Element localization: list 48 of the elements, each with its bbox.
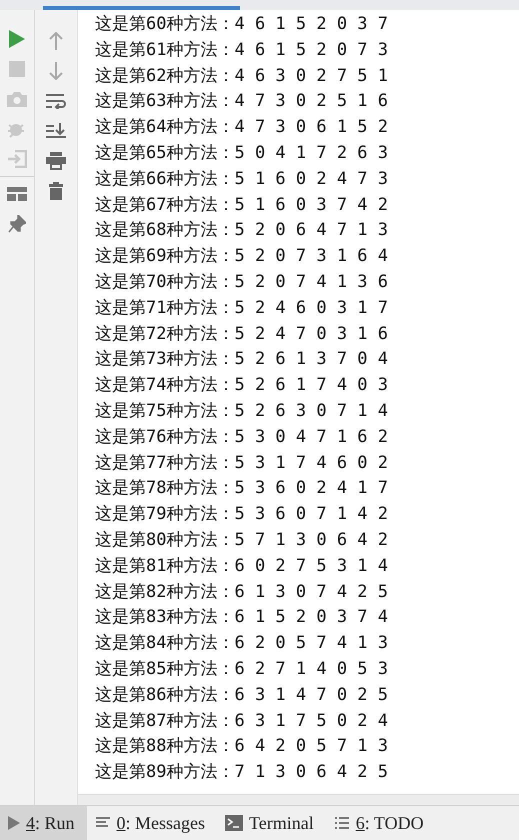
- console-line: 这是第81种方法：6 0 2 7 5 3 1 4: [95, 554, 389, 578]
- console-line: 这是第76种方法：5 3 0 4 7 1 6 2: [95, 426, 389, 449]
- tool-window-tab[interactable]: 4: Run: [0, 806, 87, 840]
- up-arrow-icon[interactable]: [49, 32, 63, 50]
- layout-icon[interactable]: [7, 187, 27, 201]
- printer-icon[interactable]: [46, 152, 66, 170]
- console-line: 这是第70种方法：5 2 0 7 4 1 3 6: [95, 270, 389, 294]
- down-arrow-icon[interactable]: [49, 62, 63, 80]
- console-line: 这是第80种方法：5 7 1 3 0 6 4 2: [95, 528, 389, 552]
- tool-window-tab[interactable]: Terminal: [217, 806, 326, 840]
- terminal-icon: [225, 815, 244, 831]
- lines-icon: [94, 817, 111, 829]
- console-line: 这是第65种方法：5 0 4 1 7 2 6 3: [95, 142, 389, 165]
- run-icon: [8, 816, 20, 830]
- console-line: 这是第61种方法：4 6 1 5 2 0 7 3: [95, 38, 389, 62]
- console-line: 这是第89种方法：7 1 3 0 6 4 2 5: [95, 761, 389, 784]
- console-line: 这是第85种方法：6 2 7 1 4 0 5 3: [95, 658, 389, 681]
- console-line: 这是第62种方法：4 6 3 0 2 7 5 1: [95, 64, 389, 88]
- tool-window-tab[interactable]: 0: Messages: [86, 806, 218, 840]
- console-line: 这是第79种方法：5 3 6 0 7 1 4 2: [95, 503, 389, 526]
- tool-window-tab[interactable]: 6: TODO: [326, 806, 436, 840]
- console-line: 这是第69种方法：5 2 0 7 3 1 6 4: [95, 245, 389, 268]
- scroll-end-icon[interactable]: [46, 123, 66, 139]
- console-line: 这是第86种方法：6 3 1 4 7 0 2 5: [95, 684, 389, 707]
- console-line: 这是第74种方法：5 2 6 1 7 4 0 3: [95, 374, 389, 398]
- console-line: 这是第87种方法：6 3 1 7 5 0 2 4: [95, 710, 389, 733]
- console-line: 这是第72种方法：5 2 4 7 0 3 1 6: [95, 322, 389, 346]
- console-line: 这是第73种方法：5 2 6 1 3 7 0 4: [95, 348, 389, 372]
- list-icon: [334, 816, 350, 830]
- run-icon[interactable]: [9, 30, 25, 48]
- console-line: 这是第88种方法：6 4 2 0 5 7 1 3: [95, 735, 389, 758]
- console-line: 这是第71种方法：5 2 4 6 0 3 1 7: [95, 296, 389, 320]
- pin-icon[interactable]: [8, 215, 26, 233]
- console-line: 这是第66种方法：5 1 6 0 2 4 7 3: [95, 168, 389, 191]
- horizontal-scrollbar[interactable]: [78, 794, 519, 805]
- console-line: 这是第75种方法：5 2 6 3 0 7 1 4: [95, 400, 389, 423]
- console-line: 这是第68种方法：5 2 0 6 4 7 1 3: [95, 219, 389, 242]
- console-line: 这是第84种方法：6 2 0 5 7 4 1 3: [95, 632, 389, 656]
- trash-icon[interactable]: [49, 182, 63, 200]
- console-line: 这是第64种方法：4 7 3 0 6 1 5 2: [95, 116, 389, 140]
- console-line: 这是第78种方法：5 3 6 0 2 4 1 7: [95, 477, 389, 500]
- console-line: 这是第60种方法：4 6 1 5 2 0 3 7: [95, 13, 389, 36]
- console-line: 这是第77种方法：5 3 1 7 4 6 0 2: [95, 452, 389, 475]
- console-line: 这是第83种方法：6 1 5 2 0 3 7 4: [95, 606, 389, 630]
- console-line: 这是第67种方法：5 1 6 0 3 7 4 2: [95, 194, 389, 217]
- console-line: 这是第63种方法：4 7 3 0 2 5 1 6: [95, 90, 389, 114]
- wrap-icon[interactable]: [46, 93, 66, 109]
- console-line: 这是第82种方法：6 1 3 0 7 4 2 5: [95, 580, 389, 604]
